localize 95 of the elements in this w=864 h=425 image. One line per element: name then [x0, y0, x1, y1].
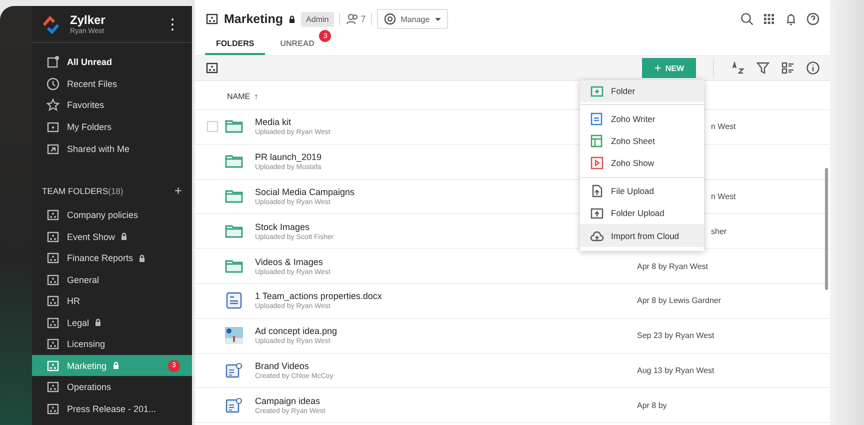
modified-text: sher: [711, 226, 727, 236]
logo-icon: [41, 14, 61, 34]
sidebar-item[interactable]: All Unread: [32, 51, 192, 73]
column-header[interactable]: NAME ↑: [227, 92, 258, 101]
search-icon[interactable]: [740, 12, 754, 26]
filter-icon[interactable]: [756, 61, 770, 75]
people-icon: [344, 12, 359, 26]
checkbox[interactable]: [207, 121, 218, 132]
file-name[interactable]: Videos & Images: [255, 256, 555, 267]
caret-icon: [434, 16, 442, 22]
file-name[interactable]: Campaign ideas: [255, 396, 555, 406]
folder-title: Marketing: [224, 12, 284, 26]
team-folder-icon: [46, 380, 60, 394]
team-folder-icon: [46, 358, 60, 373]
modified-text: Sep 23 by Ryan West: [637, 331, 714, 340]
file-name[interactable]: Media kit: [255, 117, 555, 128]
sidebar-item[interactable]: Finance Reports: [32, 247, 192, 269]
members-count[interactable]: 7: [344, 12, 366, 26]
modified-text: n West: [711, 192, 736, 201]
team-folder-icon: [46, 402, 60, 416]
menu-item[interactable]: Folder Upload: [580, 202, 704, 224]
folder-icon: [225, 118, 243, 136]
sidebar-item[interactable]: Shared with Me: [32, 138, 192, 160]
menu-item[interactable]: Zoho Sheet: [580, 130, 704, 152]
team-folder-icon: [46, 230, 60, 244]
team-folder-icon: [46, 272, 60, 287]
section-heading: TEAM FOLDERS(18): [42, 186, 124, 196]
file-name[interactable]: 1 Team_actions properties.docx: [255, 291, 555, 302]
help-icon[interactable]: [806, 12, 820, 26]
bell-icon[interactable]: [784, 12, 798, 26]
info-icon[interactable]: [806, 61, 820, 75]
sidebar-item[interactable]: Event Show: [32, 226, 192, 248]
file-name[interactable]: Brand Videos: [255, 360, 555, 371]
folder-upload-icon: [590, 206, 604, 220]
clock-icon: [46, 76, 60, 91]
menu-item[interactable]: File Upload: [580, 180, 704, 202]
file-name[interactable]: Stock Images: [255, 222, 555, 232]
modified-text: n West: [711, 122, 736, 132]
writer-icon: [590, 112, 604, 126]
sidebar-item[interactable]: Favorites: [32, 94, 192, 116]
team-folder-icon: [46, 316, 60, 330]
sidebar-item[interactable]: Recent Files: [32, 72, 192, 94]
sidebar-item[interactable]: Operations: [32, 376, 192, 398]
sort-icon[interactable]: [731, 61, 745, 75]
manage-dropdown[interactable]: Manage: [376, 9, 448, 29]
scrollbar[interactable]: [825, 168, 828, 290]
team-folder-icon: [46, 294, 60, 308]
document-icon: [225, 292, 243, 310]
file-name[interactable]: Social Media Campaigns: [255, 186, 555, 197]
team-folder-icon: [46, 337, 60, 352]
menu-item[interactable]: Folder: [580, 80, 704, 102]
modified-text: Apr 8 by: [637, 400, 667, 410]
folder-icon: [225, 258, 243, 275]
note-icon: [225, 396, 243, 414]
add-button[interactable]: +: [174, 183, 182, 198]
sidebar-item[interactable]: HR: [32, 290, 192, 312]
file-name[interactable]: Ad concept idea.png: [255, 326, 555, 336]
modified-text: Aug 13 by Ryan West: [637, 366, 714, 375]
team-folder-icon: [46, 251, 60, 266]
folder-icon: [46, 120, 60, 134]
folder-icon: [225, 153, 243, 170]
sidebar-item[interactable]: Legal: [32, 312, 192, 334]
modified-text: Apr 8 by Lewis Gardner: [637, 296, 722, 306]
sidebar-item[interactable]: Press Release - 201...: [32, 398, 192, 420]
menu-item[interactable]: Zoho Show: [580, 152, 704, 175]
modified-text: Apr 8 by Ryan West: [637, 262, 708, 271]
sidebar-item[interactable]: My Folders: [32, 116, 192, 138]
folder-plus-icon: [590, 84, 604, 98]
team-folder-icon: [205, 61, 219, 75]
gear-icon: [382, 12, 397, 26]
folder-icon: [225, 222, 243, 240]
tab[interactable]: UNREAD: [269, 39, 326, 55]
sheet-icon: [590, 134, 604, 148]
star-icon: [46, 98, 60, 112]
menu-item[interactable]: Import from Cloud: [580, 224, 704, 247]
document-icon: [46, 54, 60, 69]
sidebar-item[interactable]: Licensing: [32, 333, 192, 355]
brand-name: Zylker: [70, 13, 106, 27]
list-view-icon[interactable]: [781, 61, 795, 75]
sidebar-item[interactable]: Company policies: [32, 204, 192, 226]
shared-folder-icon: [46, 142, 60, 156]
slides-icon: [590, 156, 604, 170]
folder-icon: [225, 188, 243, 205]
team-folder-icon: [205, 12, 219, 26]
file-upload-icon: [590, 184, 604, 198]
role-badge: Admin: [301, 12, 334, 26]
menu-item[interactable]: Zoho Writer: [580, 107, 704, 130]
more-options-button[interactable]: ⋮: [161, 15, 184, 33]
team-folder-icon: [46, 208, 60, 222]
sidebar-item[interactable]: General: [32, 268, 192, 290]
apps-grid-icon[interactable]: [762, 12, 776, 26]
image-thumbnail: [225, 327, 243, 344]
cloud-upload-icon: [590, 228, 604, 243]
note-icon: [225, 362, 243, 379]
file-name[interactable]: PR launch_2019: [255, 152, 555, 162]
